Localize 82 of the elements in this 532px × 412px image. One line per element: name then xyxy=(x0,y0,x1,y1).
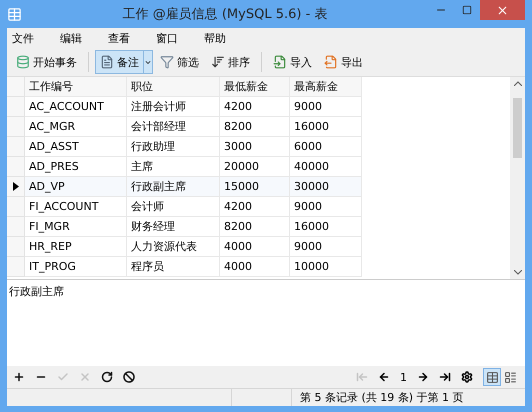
menu-item[interactable]: 窗口 xyxy=(156,30,204,46)
table-cell: 行政助理 xyxy=(127,137,220,157)
table-cell: 财务经理 xyxy=(127,217,220,237)
add-icon[interactable] xyxy=(13,371,25,383)
table-cell: IT_PROG xyxy=(25,257,127,277)
close-icon xyxy=(496,4,509,16)
table-cell: 会计师 xyxy=(127,197,220,217)
table-cell: 30000 xyxy=(290,177,362,197)
dropdown-button[interactable] xyxy=(143,50,153,74)
table-cell: 40000 xyxy=(290,157,362,177)
table-cell: 4000 xyxy=(220,257,290,277)
table-cell: 4200 xyxy=(220,197,290,217)
window-title: 工作 @雇员信息 (MySQL 5.6) - 表 xyxy=(122,6,328,23)
table-cell: 20000 xyxy=(220,157,290,177)
table-cell: 16000 xyxy=(290,117,362,137)
table-cell: HR_REP xyxy=(25,237,127,257)
scrollbar[interactable] xyxy=(510,77,525,279)
table-cell: FI_MGR xyxy=(25,217,127,237)
menu-item[interactable]: 查看 xyxy=(108,30,156,46)
table-cell: 行政副主席 xyxy=(127,177,220,197)
table-cell: 9000 xyxy=(290,97,362,117)
table-cell: 程序员 xyxy=(127,257,220,277)
scroll-down-icon[interactable] xyxy=(514,270,522,275)
stop-icon[interactable] xyxy=(123,371,135,383)
scroll-up-icon[interactable] xyxy=(514,81,522,86)
toolbar-button[interactable]: 开始事务 xyxy=(11,50,82,74)
table-cell: 16000 xyxy=(290,217,362,237)
table-cell: 15000 xyxy=(220,177,290,197)
table-cell: 注册会计师 xyxy=(127,97,220,117)
close-button[interactable] xyxy=(480,0,525,20)
next-page-icon[interactable] xyxy=(417,371,429,383)
previous-page-icon[interactable] xyxy=(378,371,390,383)
column-header[interactable]: 工作编号 xyxy=(25,77,127,97)
toolbar-button[interactable]: 筛选 xyxy=(155,50,204,74)
toolbar-button[interactable]: 导入 xyxy=(268,50,317,74)
refresh-icon[interactable] xyxy=(101,371,113,383)
table-cell: 9000 xyxy=(290,237,362,257)
table-cell: 9000 xyxy=(290,197,362,217)
table-cell: AC_ACCOUNT xyxy=(25,97,127,117)
column-header[interactable]: 职位 xyxy=(127,77,220,97)
status-text: 第 5 条记录 (共 19 条) 于第 1 页 xyxy=(299,390,465,406)
current-row-icon xyxy=(12,182,18,191)
sort-icon xyxy=(211,55,225,69)
database-icon xyxy=(16,55,30,69)
settings-icon[interactable] xyxy=(461,371,473,383)
memo-field[interactable]: 行政副主席 xyxy=(7,279,525,366)
table-cell: AD_VP xyxy=(25,177,127,197)
column-header[interactable]: 最高薪金 xyxy=(290,77,362,97)
table-cell: 会计部经理 xyxy=(127,117,220,137)
grid-view-icon xyxy=(486,370,498,384)
column-header[interactable]: 最低薪金 xyxy=(220,77,290,97)
menu-item[interactable]: 文件 xyxy=(12,30,60,46)
table-cell: FI_ACCOUNT xyxy=(25,197,127,217)
table-cell: 主席 xyxy=(127,157,220,177)
import-icon xyxy=(273,55,287,69)
table-cell: 6000 xyxy=(290,137,362,157)
menu-item[interactable]: 帮助 xyxy=(204,30,252,46)
table-cell: 3000 xyxy=(220,137,290,157)
maximize-icon xyxy=(462,5,472,15)
app-icon xyxy=(7,6,22,22)
table-cell: AD_PRES xyxy=(25,157,127,177)
page-number: 1 xyxy=(400,370,407,384)
table-cell: 4200 xyxy=(220,97,290,117)
toolbar-button[interactable]: 备注 xyxy=(95,50,144,74)
table-cell: AD_ASST xyxy=(25,137,127,157)
table-cell: 人力资源代表 xyxy=(127,237,220,257)
scrollbar-thumb[interactable] xyxy=(513,98,522,158)
row-header[interactable] xyxy=(7,177,25,197)
table-cell: 8200 xyxy=(220,117,290,137)
filter-icon xyxy=(160,55,174,69)
menu-item[interactable]: 编辑 xyxy=(60,30,108,46)
table-cell: 8200 xyxy=(220,217,290,237)
toolbar-button[interactable]: 排序 xyxy=(206,50,255,74)
view-toggle[interactable] xyxy=(483,368,501,386)
last-page-icon[interactable] xyxy=(439,371,451,383)
form-view-icon xyxy=(504,370,516,384)
document-icon xyxy=(100,55,114,69)
toolbar-button[interactable]: 导出 xyxy=(319,50,368,74)
table-cell: 4000 xyxy=(220,237,290,257)
table-cell: AC_MGR xyxy=(25,117,127,137)
table-cell: 10000 xyxy=(290,257,362,277)
export-icon xyxy=(324,55,338,69)
